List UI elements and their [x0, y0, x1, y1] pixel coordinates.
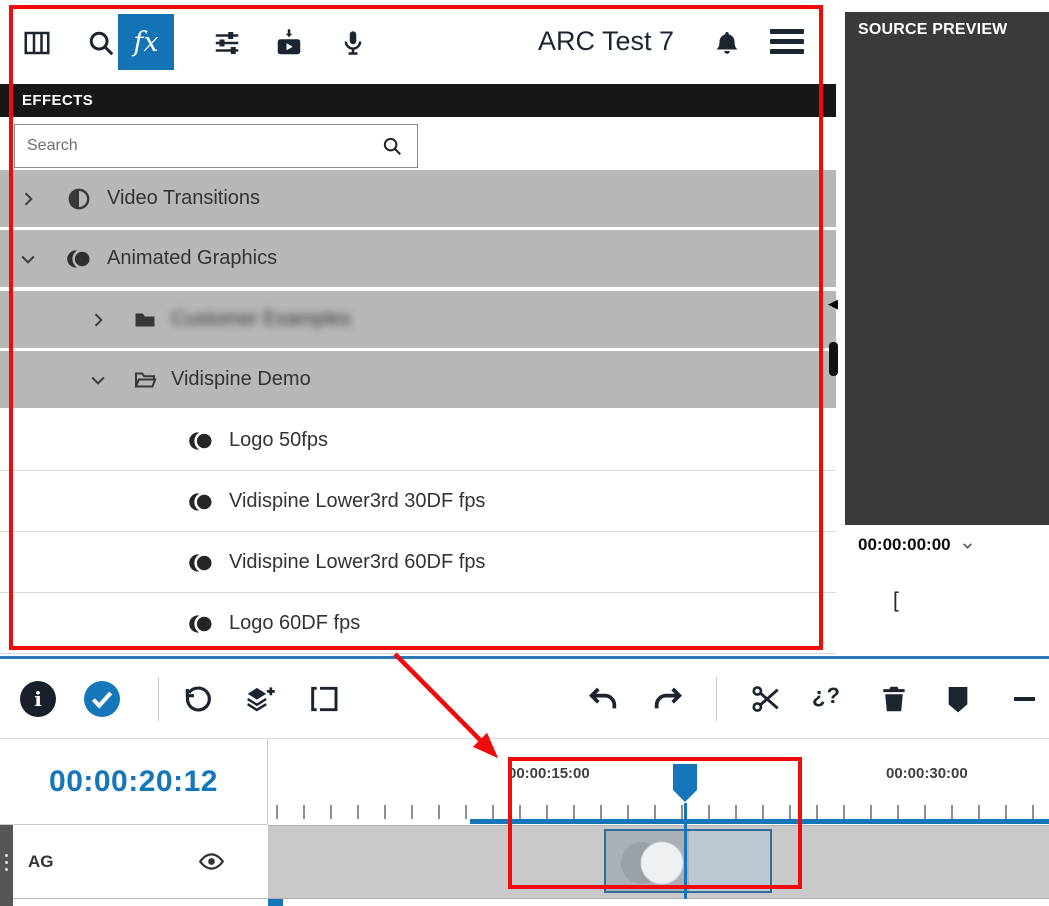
source-preview-area: SOURCE PREVIEW — [845, 12, 1049, 525]
panel-collapse-icon[interactable]: ◀ — [828, 296, 838, 312]
animated-graphics-icon — [186, 489, 216, 515]
effects-search-box[interactable] — [14, 124, 418, 168]
video-transition-icon — [64, 186, 94, 212]
effects-tab-button[interactable]: fx — [118, 14, 174, 70]
effects-panel-header: EFFECTS — [0, 84, 836, 117]
add-layer-icon[interactable] — [242, 681, 278, 717]
match-frame-icon[interactable] — [306, 681, 342, 717]
cut-scissors-icon[interactable] — [748, 681, 784, 717]
ruler-label: 00:00:30:00 — [886, 765, 968, 782]
source-preview-timecode[interactable]: 00:00:00:00 — [858, 535, 974, 555]
ruler-extent-bar — [470, 819, 1049, 824]
animated-graphics-clip[interactable] — [604, 829, 772, 893]
next-track-handle — [0, 899, 13, 906]
next-track-clip-edge — [268, 899, 283, 906]
search-input[interactable] — [15, 137, 381, 155]
notifications-bell-icon[interactable] — [710, 27, 744, 61]
render-export-icon[interactable] — [272, 26, 306, 60]
timeline-toolbar: i ¿? — [0, 659, 1049, 739]
microphone-icon[interactable] — [336, 26, 370, 60]
chevron-right-icon[interactable] — [88, 310, 108, 330]
tree-row-label: Animated Graphics — [107, 247, 277, 270]
tree-row-logo-50fps[interactable]: Logo 50fps — [0, 411, 836, 471]
animated-graphics-icon — [186, 611, 216, 637]
zoom-out-icon[interactable] — [1014, 697, 1035, 701]
marker-flag-icon[interactable] — [940, 681, 976, 717]
undo-icon[interactable] — [585, 681, 621, 717]
tree-row-animated-graphics[interactable]: Animated Graphics — [0, 230, 836, 287]
tree-row-lower3rd-30df[interactable]: Vidispine Lower3rd 30DF fps — [0, 472, 836, 532]
tree-row-customer-examples[interactable]: Customer Examples — [0, 291, 836, 348]
playhead-marker[interactable] — [672, 763, 698, 803]
ruler-ticks — [276, 805, 1049, 819]
mark-in-bracket: [ — [893, 589, 899, 613]
folder-icon — [132, 308, 158, 332]
reset-icon[interactable] — [180, 681, 216, 717]
toolbar-divider — [158, 677, 159, 721]
track-drag-handle[interactable] — [0, 825, 13, 899]
top-toolbar: fx ARC Test 7 — [0, 0, 836, 84]
tree-row-label: Vidispine Lower3rd 30DF fps — [229, 490, 485, 513]
tree-row-vidispine-demo[interactable]: Vidispine Demo — [0, 351, 836, 408]
panel-grid-icon[interactable] — [20, 26, 54, 60]
tree-row-label: Logo 60DF fps — [229, 612, 360, 635]
playhead-line[interactable] — [684, 803, 687, 899]
source-preview-title: SOURCE PREVIEW — [858, 21, 1008, 39]
tree-row-video-transitions[interactable]: Video Transitions — [0, 170, 836, 227]
timecode-value: 00:00:00:00 — [858, 535, 951, 555]
menu-icon[interactable] — [770, 29, 804, 54]
current-timecode: 00:00:20:12 — [49, 765, 218, 799]
fx-icon: fx — [133, 27, 158, 58]
tree-row-label: Logo 50fps — [229, 429, 328, 452]
timeline-panel: i ¿? — [0, 656, 1049, 906]
delete-trash-icon[interactable] — [876, 681, 912, 717]
track-name: AG — [28, 852, 54, 872]
animated-graphics-icon — [64, 246, 94, 272]
tree-row-label: Vidispine Lower3rd 60DF fps — [229, 551, 485, 574]
search-icon[interactable] — [84, 26, 118, 60]
settings-sliders-icon[interactable] — [210, 26, 244, 60]
app-window: fx ARC Test 7 EFFECTS Video Transitions … — [0, 0, 1049, 906]
search-icon[interactable] — [381, 135, 403, 157]
tree-row-label: Vidispine Demo — [171, 368, 311, 391]
current-timecode-cell: 00:00:20:12 — [0, 739, 268, 825]
tree-row-label: Customer Examples — [171, 308, 351, 331]
page-title: ARC Test 7 — [538, 26, 674, 57]
track-header: AG — [13, 825, 268, 899]
tree-row-label: Video Transitions — [107, 187, 260, 210]
chevron-down-icon[interactable] — [961, 539, 974, 552]
ruler-label: 00:00:15:00 — [508, 765, 590, 782]
confirm-check-button[interactable] — [84, 681, 120, 717]
info-button[interactable]: i — [20, 681, 56, 717]
animated-graphics-icon — [186, 550, 216, 576]
redo-icon[interactable] — [650, 681, 686, 717]
animated-graphics-icon — [186, 428, 216, 454]
folder-open-icon — [132, 368, 158, 392]
panel-splitter-handle[interactable] — [829, 342, 838, 376]
tree-row-logo-60df[interactable]: Logo 60DF fps — [0, 594, 836, 654]
toolbar-divider — [716, 677, 717, 721]
tree-row-lower3rd-60df[interactable]: Vidispine Lower3rd 60DF fps — [0, 533, 836, 593]
slip-slide-icon[interactable]: ¿? — [812, 683, 841, 709]
track-row-ag: AG — [0, 825, 1049, 899]
chevron-down-icon[interactable] — [88, 370, 108, 390]
chevron-right-icon[interactable] — [18, 189, 38, 209]
track-visibility-eye-icon[interactable] — [198, 848, 225, 875]
chevron-down-icon[interactable] — [18, 249, 38, 269]
timeline-ruler[interactable]: 00:00:15:00 00:00:30:00 — [268, 739, 1049, 825]
